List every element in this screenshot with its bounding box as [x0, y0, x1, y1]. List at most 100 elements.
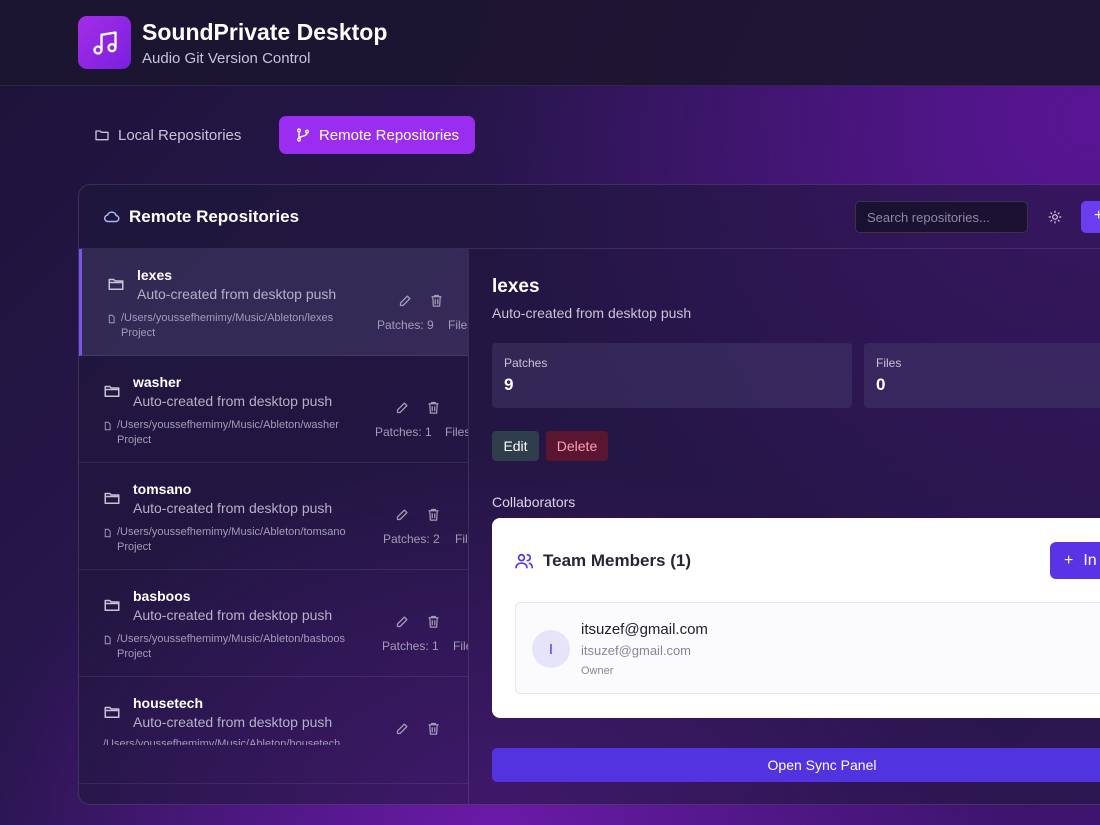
- files-stat-card: Files 0: [864, 343, 1100, 408]
- repo-patches: Patches: 2: [383, 532, 440, 546]
- panel-title: Remote Repositories: [103, 207, 299, 227]
- files-value: 0: [876, 375, 886, 394]
- edit-icon[interactable]: [398, 293, 413, 308]
- repo-path: /Users/youssefhemimy/Music/Ableton/house…: [103, 737, 340, 745]
- list-item[interactable]: tomsano Auto-created from desktop push /…: [79, 463, 468, 570]
- repo-path-suffix: Project: [117, 541, 152, 553]
- app-subtitle: Audio Git Version Control: [142, 50, 311, 67]
- panel-header: Remote Repositories +: [79, 185, 1100, 249]
- detail-name: lexes: [492, 276, 540, 297]
- patches-stat-card: Patches 9: [492, 343, 852, 408]
- list-item[interactable]: washer Auto-created from desktop push /U…: [79, 356, 468, 463]
- repo-description: Auto-created from desktop push: [133, 607, 333, 623]
- trash-icon[interactable]: [426, 507, 441, 522]
- plus-icon: +: [1064, 551, 1074, 569]
- repo-description: Auto-created from desktop push: [133, 714, 333, 730]
- repo-path-suffix: Project: [117, 648, 152, 660]
- repository-detail: lexes Auto-created from desktop push Pat…: [470, 249, 1100, 804]
- repo-name: basboos: [133, 588, 191, 604]
- folder-icon: [104, 385, 120, 397]
- team-members-card: Team Members (1) + In I itsuzef@gmail.co…: [492, 518, 1100, 718]
- repo-name: tomsano: [133, 481, 192, 497]
- repo-files: Files: [445, 425, 469, 439]
- app-title: SoundPrivate Desktop: [142, 19, 388, 45]
- repo-description: Auto-created from desktop push: [133, 500, 333, 516]
- app-header: SoundPrivate Desktop Audio Git Version C…: [0, 0, 1100, 86]
- folder-icon: [104, 599, 120, 611]
- search-input[interactable]: [855, 201, 1028, 233]
- file-icon: [104, 635, 111, 645]
- trash-icon[interactable]: [426, 721, 441, 736]
- panel-title-text: Remote Repositories: [129, 207, 300, 226]
- edit-button[interactable]: Edit: [492, 431, 539, 461]
- edit-icon[interactable]: [395, 400, 410, 415]
- file-icon: [104, 528, 111, 538]
- edit-icon[interactable]: [395, 721, 410, 736]
- member-name: itsuzef@gmail.com: [581, 621, 708, 638]
- list-item[interactable]: basboos Auto-created from desktop push /…: [79, 570, 468, 677]
- plus-icon: +: [1094, 207, 1100, 225]
- trash-icon[interactable]: [426, 614, 441, 629]
- repo-files: Files:: [448, 318, 468, 332]
- repo-path-text: /Users/youssefhemimy/Music/Ableton/lexes: [121, 312, 334, 324]
- folder-icon: [104, 706, 120, 718]
- invite-button[interactable]: + In: [1050, 542, 1100, 579]
- team-members-title-text: Team Members (1): [543, 551, 692, 570]
- repo-path-text: /Users/youssefhemimy/Music/Ableton/basbo…: [117, 633, 346, 645]
- patches-value: 9: [504, 375, 514, 394]
- folder-icon: [95, 130, 109, 141]
- repo-patches: Patches: 1: [375, 425, 432, 439]
- repo-path: /Users/youssefhemimy/Music/Ableton/lexes…: [107, 311, 333, 341]
- edit-icon[interactable]: [395, 507, 410, 522]
- repo-files: File: [453, 639, 468, 653]
- app-logo: [78, 16, 131, 69]
- detail-description: Auto-created from desktop push: [492, 305, 692, 321]
- repo-path: /Users/youssefhemimy/Music/Ableton/tomsa…: [103, 525, 346, 555]
- repo-path-suffix: Project: [121, 327, 156, 339]
- member-role: Owner: [581, 665, 614, 677]
- repo-description: Auto-created from desktop push: [137, 286, 337, 302]
- repo-path-text: /Users/youssefhemimy/Music/Ableton/washe…: [117, 419, 339, 431]
- team-members-title: Team Members (1): [514, 551, 691, 571]
- repo-path-text: /Users/youssefhemimy/Music/Ableton/tomsa…: [117, 526, 346, 538]
- repo-patches: Patches: 1: [382, 639, 439, 653]
- edit-icon[interactable]: [395, 614, 410, 629]
- repo-path: /Users/youssefhemimy/Music/Ableton/washe…: [103, 418, 339, 448]
- invite-label: In: [1083, 551, 1097, 569]
- repo-name: lexes: [137, 267, 173, 283]
- repo-description: Auto-created from desktop push: [133, 393, 333, 409]
- open-sync-panel-button[interactable]: Open Sync Panel: [492, 748, 1100, 782]
- repo-files: Fil: [455, 532, 468, 546]
- git-branch-icon: [296, 128, 309, 142]
- folder-icon: [104, 492, 120, 504]
- music-note-icon: [92, 30, 117, 55]
- tab-local-repositories[interactable]: Local Repositories: [80, 116, 255, 154]
- patches-label: Patches: [504, 356, 548, 370]
- sun-icon: [1048, 210, 1062, 224]
- member-row: I itsuzef@gmail.com itsuzef@gmail.com Ow…: [515, 602, 1100, 694]
- new-repository-button[interactable]: +: [1081, 201, 1100, 233]
- trash-icon[interactable]: [429, 293, 444, 308]
- repo-path-suffix: Project: [117, 434, 152, 446]
- tab-remote-label: Remote Repositories: [318, 126, 460, 144]
- cloud-icon: [103, 211, 120, 223]
- folder-icon: [108, 278, 124, 290]
- theme-toggle-button[interactable]: [1045, 207, 1065, 227]
- repo-path-text: /Users/youssefhemimy/Music/Ableton/house…: [103, 738, 341, 745]
- file-icon: [104, 421, 111, 431]
- repo-name: washer: [133, 374, 182, 390]
- member-email: itsuzef@gmail.com: [581, 643, 692, 658]
- delete-button[interactable]: Delete: [546, 431, 608, 461]
- tab-remote-repositories[interactable]: Remote Repositories: [279, 116, 475, 154]
- open-sync-panel-label: Open Sync Panel: [767, 757, 877, 773]
- repo-name: housetech: [133, 695, 204, 711]
- repo-patches: Patches: 9: [377, 318, 434, 332]
- repository-list: lexes Auto-created from desktop push /Us…: [79, 249, 469, 804]
- repo-path: /Users/youssefhemimy/Music/Ableton/basbo…: [103, 632, 345, 662]
- files-label: Files: [876, 356, 902, 370]
- list-item[interactable]: housetech Auto-created from desktop push…: [79, 677, 468, 784]
- remote-repositories-panel: Remote Repositories + lexes Auto-created…: [78, 184, 1100, 805]
- avatar: I: [532, 630, 570, 668]
- trash-icon[interactable]: [426, 400, 441, 415]
- list-item[interactable]: lexes Auto-created from desktop push /Us…: [79, 249, 468, 356]
